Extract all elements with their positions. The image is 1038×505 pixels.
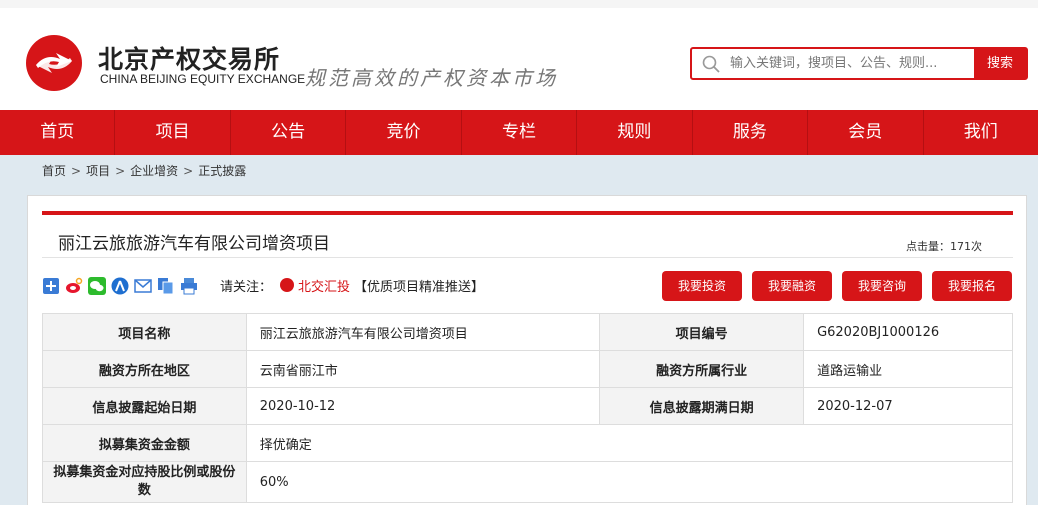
breadcrumb-capital-increase[interactable]: 企业增资 (130, 164, 178, 178)
register-button[interactable]: 我要报名 (932, 271, 1012, 301)
add-share-icon[interactable] (42, 277, 60, 295)
search-button[interactable]: 搜索 (974, 49, 1026, 78)
table-row: 拟募集资金对应持股比例或股份数 60% (42, 461, 1014, 503)
search-icon (702, 55, 720, 73)
table-value: 择优确定 (245, 424, 1014, 462)
nav-item-services[interactable]: 服务 (693, 110, 809, 155)
nav-item-about[interactable]: 我们 (924, 110, 1038, 155)
breadcrumb-formal-disclosure: 正式披露 (198, 164, 247, 178)
nav-item-columns[interactable]: 专栏 (462, 110, 578, 155)
table-label: 项目编号 (599, 313, 805, 351)
breadcrumb-home[interactable]: 首页 (42, 164, 66, 178)
project-info-table: 项目名称 丽江云旅旅游汽车有限公司增资项目 项目编号 G62020BJ10001… (42, 313, 1014, 503)
panel-top-accent (42, 211, 1013, 215)
nav-item-announcements[interactable]: 公告 (231, 110, 347, 155)
table-row: 拟募集资金金额 择优确定 (42, 424, 1014, 462)
wechat-icon[interactable] (88, 277, 106, 295)
invest-button[interactable]: 我要投资 (662, 271, 742, 301)
attention-label: 请关注： (220, 280, 273, 295)
slogan: 规范高效的产权资本市场 (305, 66, 558, 90)
table-label: 拟募集资金对应持股比例或股份数 (42, 461, 247, 503)
table-label: 融资方所在地区 (42, 350, 247, 388)
beijiao-link[interactable]: 北交汇投 (298, 276, 350, 295)
breadcrumb-separator: > (71, 164, 82, 178)
table-row: 信息披露起始日期 2020-10-12 信息披露期满日期 2020-12-07 (42, 387, 1013, 425)
table-row: 融资方所在地区 云南省丽江市 融资方所属行业 道路运输业 (42, 350, 1013, 388)
logo-english-name[interactable]: CHINA BEIJING EQUITY EXCHANGE (100, 72, 305, 86)
table-label: 项目名称 (42, 313, 247, 351)
beijiao-logo-icon (280, 278, 294, 292)
breadcrumb: 首页 > 项目 > 企业增资 > 正式披露 (42, 162, 246, 179)
top-strip (0, 0, 1038, 8)
copy-icon[interactable] (157, 277, 175, 295)
project-title: 丽江云旅旅游汽车有限公司增资项目 (58, 234, 330, 254)
site-header: 北京产权交易所 CHINA BEIJING EQUITY EXCHANGE 规范… (0, 0, 1038, 110)
renren-icon[interactable] (111, 277, 129, 295)
table-label: 拟募集资金金额 (42, 424, 247, 462)
breadcrumb-separator: > (115, 164, 126, 178)
finance-button[interactable]: 我要融资 (752, 271, 832, 301)
table-value: 云南省丽江市 (245, 350, 601, 388)
project-panel: 丽江云旅旅游汽车有限公司增资项目 点击量：171次 请关注： 北交汇投 【优质项… (27, 195, 1027, 505)
beijiao-note: 【优质项目精准推送】 (354, 280, 485, 295)
nav-item-projects[interactable]: 项目 (115, 110, 231, 155)
click-count: 点击量：171次 (906, 240, 982, 253)
logo-icon[interactable] (26, 35, 82, 91)
nav-item-members[interactable]: 会员 (808, 110, 924, 155)
nav-item-bidding[interactable]: 竞价 (346, 110, 462, 155)
search-box: 搜索 (690, 47, 1028, 80)
breadcrumb-projects[interactable]: 项目 (86, 164, 110, 178)
divider (42, 257, 1013, 258)
table-row: 项目名称 丽江云旅旅游汽车有限公司增资项目 项目编号 G62020BJ10001… (42, 313, 1013, 351)
logo-chinese-name[interactable]: 北京产权交易所 (98, 40, 280, 76)
search-input[interactable] (730, 49, 970, 78)
table-value: 2020-12-07 (803, 387, 1013, 425)
email-icon[interactable] (134, 277, 152, 295)
table-value: 丽江云旅旅游汽车有限公司增资项目 (245, 313, 601, 351)
table-label: 融资方所属行业 (599, 350, 805, 388)
nav-item-home[interactable]: 首页 (0, 110, 116, 155)
table-label: 信息披露期满日期 (599, 387, 805, 425)
main-nav: 首页 项目 公告 竞价 专栏 规则 服务 会员 我们 (0, 110, 1038, 155)
table-label: 信息披露起始日期 (42, 387, 247, 425)
table-value: 2020-10-12 (245, 387, 601, 425)
table-value: 道路运输业 (803, 350, 1013, 388)
breadcrumb-separator: > (183, 164, 194, 178)
consult-button[interactable]: 我要咨询 (842, 271, 922, 301)
print-icon[interactable] (180, 277, 198, 295)
share-icons (42, 277, 198, 295)
table-value: G62020BJ1000126 (803, 313, 1013, 351)
table-value: 60% (245, 461, 1014, 503)
weibo-icon[interactable] (65, 277, 83, 295)
nav-item-rules[interactable]: 规则 (577, 110, 693, 155)
